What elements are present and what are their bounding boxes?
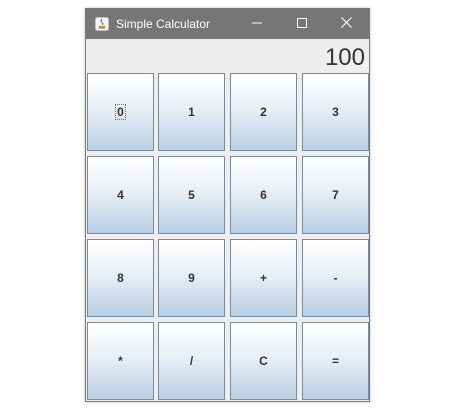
key-label: 1 bbox=[188, 105, 195, 119]
key-6-button[interactable]: 6 bbox=[230, 156, 297, 234]
key-8-button[interactable]: 8 bbox=[87, 239, 154, 317]
key-label: = bbox=[331, 354, 339, 368]
key-label: 9 bbox=[188, 271, 195, 285]
key-label: 3 bbox=[332, 105, 339, 119]
plus-button[interactable]: + bbox=[230, 239, 297, 317]
key-label: 2 bbox=[260, 105, 267, 119]
close-icon bbox=[341, 15, 352, 33]
key-label: C bbox=[259, 354, 268, 368]
close-button[interactable] bbox=[324, 9, 369, 39]
key-label: - bbox=[333, 271, 338, 285]
minus-button[interactable]: - bbox=[302, 239, 369, 317]
key-label: 4 bbox=[117, 188, 124, 202]
key-label: 7 bbox=[332, 188, 339, 202]
equals-button[interactable]: = bbox=[302, 322, 369, 400]
key-label: + bbox=[259, 271, 267, 285]
key-9-button[interactable]: 9 bbox=[158, 239, 225, 317]
key-0-button[interactable]: 0 bbox=[87, 73, 154, 151]
key-1-button[interactable]: 1 bbox=[158, 73, 225, 151]
maximize-button[interactable] bbox=[279, 9, 324, 39]
display-value: 100 bbox=[324, 44, 365, 71]
maximize-icon bbox=[296, 15, 307, 33]
key-label: * bbox=[118, 354, 123, 368]
key-2-button[interactable]: 2 bbox=[230, 73, 297, 151]
keypad: 0 1 2 3 4 5 6 7 8 9 + - * / C = bbox=[86, 73, 369, 401]
key-label: / bbox=[189, 354, 194, 368]
key-label: 8 bbox=[117, 271, 124, 285]
calculator-window: Simple Calculator 100 0 1 2 3 4 5 6 7 8 … bbox=[85, 8, 370, 402]
divide-button[interactable]: / bbox=[158, 322, 225, 400]
title-bar[interactable]: Simple Calculator bbox=[86, 9, 369, 39]
minimize-icon bbox=[251, 15, 262, 33]
java-icon bbox=[95, 17, 109, 31]
key-4-button[interactable]: 4 bbox=[87, 156, 154, 234]
key-label: 6 bbox=[260, 188, 267, 202]
multiply-button[interactable]: * bbox=[87, 322, 154, 400]
clear-button[interactable]: C bbox=[230, 322, 297, 400]
key-label: 0 bbox=[115, 104, 126, 120]
key-7-button[interactable]: 7 bbox=[302, 156, 369, 234]
key-3-button[interactable]: 3 bbox=[302, 73, 369, 151]
key-label: 5 bbox=[188, 188, 195, 202]
key-5-button[interactable]: 5 bbox=[158, 156, 225, 234]
window-title: Simple Calculator bbox=[116, 17, 211, 31]
minimize-button[interactable] bbox=[234, 9, 279, 39]
